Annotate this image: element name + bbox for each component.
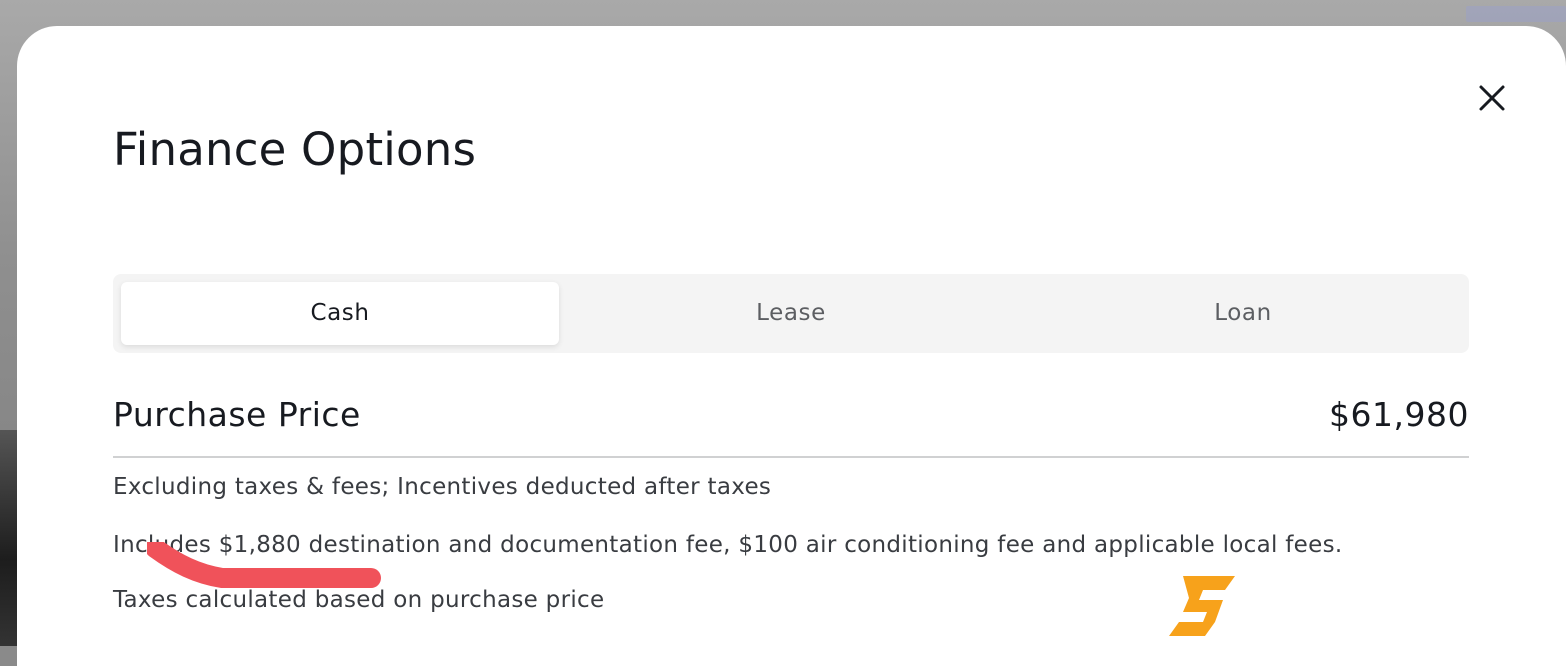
purchase-price-row: Purchase Price $61,980: [113, 392, 1469, 442]
price-note-taxes-fees: Excluding taxes & fees; Incentives deduc…: [113, 474, 772, 500]
watermark-logo-icon: [1169, 576, 1235, 636]
dialog-title: Finance Options: [113, 123, 477, 176]
backdrop-element: [1466, 6, 1566, 22]
price-note-tax-basis: Taxes calculated based on purchase price: [113, 587, 605, 613]
tab-loan[interactable]: Loan: [1024, 282, 1462, 345]
divider: [113, 456, 1469, 458]
purchase-price-value: $61,980: [1329, 395, 1469, 434]
payment-type-tabs: Cash Lease Loan: [113, 274, 1469, 353]
finance-options-dialog: Finance Options Cash Lease Loan Purchase…: [17, 26, 1566, 666]
close-button[interactable]: [1472, 78, 1512, 118]
purchase-price-label: Purchase Price: [113, 395, 361, 434]
tab-lease[interactable]: Lease: [572, 282, 1010, 345]
tab-cash[interactable]: Cash: [121, 282, 559, 345]
price-note-included-fees: Includes $1,880 destination and document…: [113, 532, 1343, 558]
close-icon: [1479, 85, 1505, 111]
